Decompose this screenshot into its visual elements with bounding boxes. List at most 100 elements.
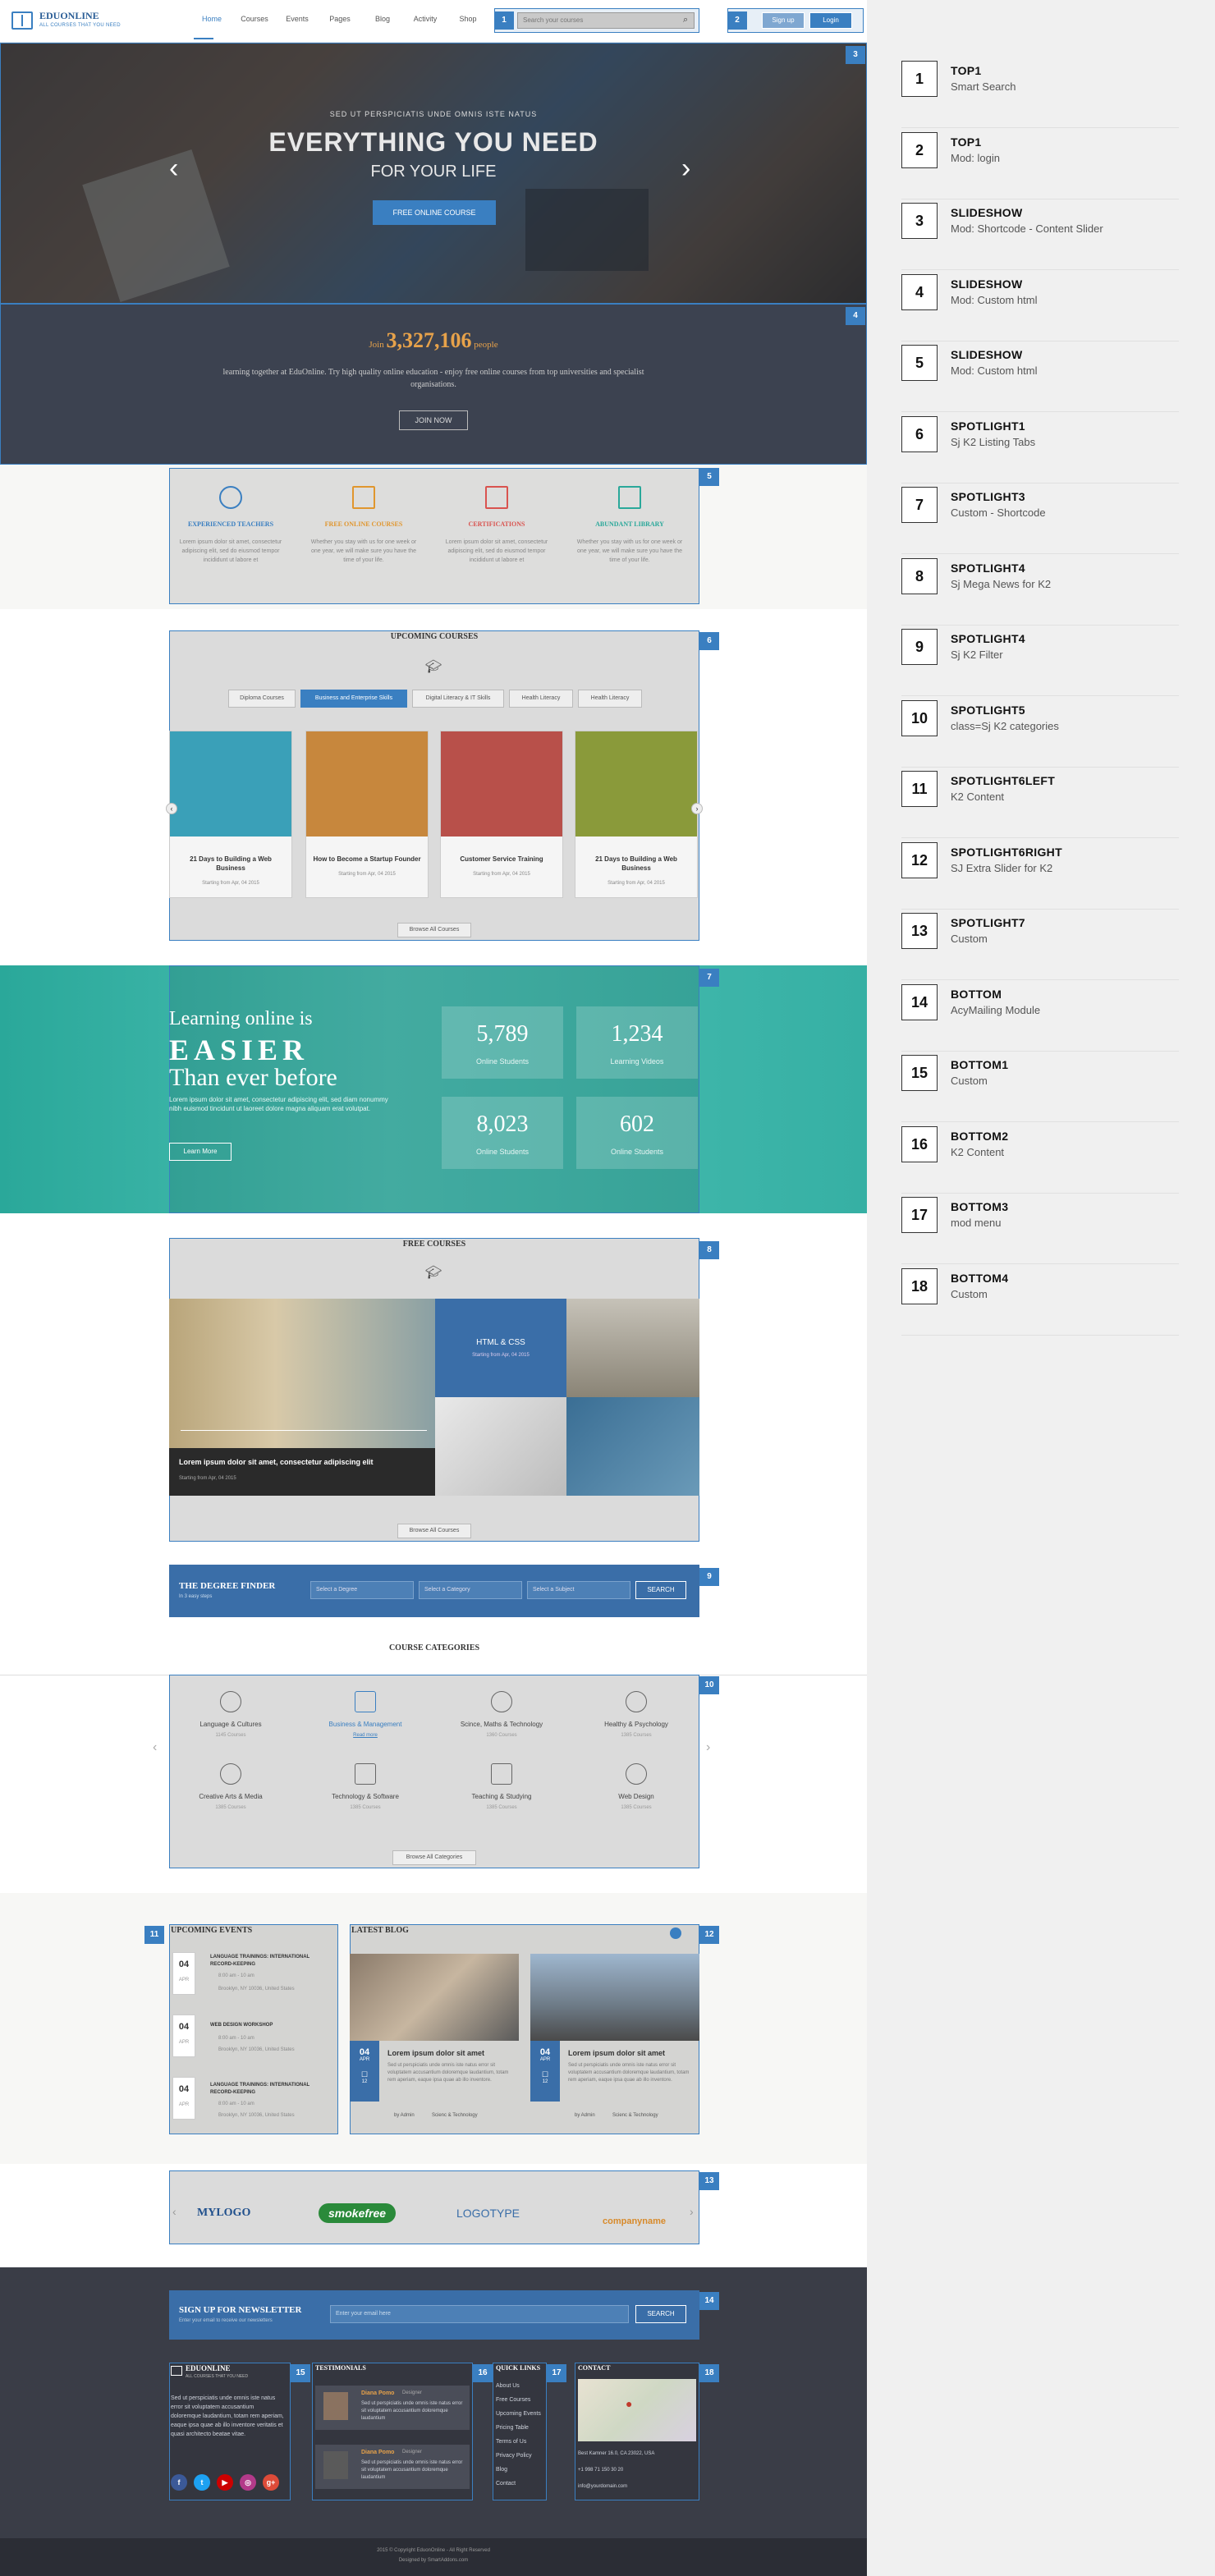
degree-search-button[interactable]: SEARCH	[635, 1581, 686, 1599]
course-card[interactable]: 21 Days to Building a Web Business Start…	[169, 731, 292, 898]
logos-next-icon[interactable]: ›	[690, 2205, 694, 2218]
categories-next-icon[interactable]: ›	[706, 1740, 710, 1755]
blog-post-title[interactable]: Lorem ipsum dolor sit amet	[568, 2049, 665, 2057]
partner-logo[interactable]: LOGOTYPE	[456, 2207, 520, 2220]
footer-link[interactable]: Upcoming Events	[496, 2407, 541, 2421]
course-title[interactable]: How to Become a Startup Founder	[306, 855, 428, 864]
partner-logo[interactable]: companyname	[603, 2216, 666, 2226]
logo-book-icon[interactable]	[11, 11, 33, 30]
newsletter-button[interactable]: SEARCH	[635, 2305, 686, 2323]
newsletter-email-input[interactable]: Enter your email here	[330, 2305, 629, 2323]
signup-button[interactable]: Sign up	[762, 12, 805, 29]
nav-home[interactable]: Home	[190, 15, 233, 23]
course-card[interactable]: Customer Service Training Starting from …	[440, 731, 563, 898]
video-controls[interactable]	[181, 1430, 427, 1435]
category-name[interactable]: Creative Arts & Media	[169, 1793, 292, 1800]
tab-diploma[interactable]: Diploma Courses	[228, 690, 296, 708]
footer-link[interactable]: About Us	[496, 2379, 541, 2393]
course-title[interactable]: 21 Days to Building a Web Business	[575, 855, 697, 873]
search-icon[interactable]: ⌕	[683, 15, 688, 25]
nav-courses[interactable]: Courses	[233, 15, 276, 23]
audit-course-image[interactable]	[435, 1397, 566, 1496]
category-item[interactable]: Business & Management Read more	[304, 1680, 427, 1750]
justice-course-image[interactable]	[566, 1299, 699, 1397]
search-input[interactable]: Search your courses	[517, 12, 695, 29]
feature-desc: Lorem ipsum dolor sit amet, consectetur …	[179, 539, 282, 563]
category-item[interactable]: Scince, Maths & Technology 1360 Courses	[440, 1680, 563, 1750]
twitter-icon[interactable]: t	[194, 2474, 210, 2491]
blog-post-title[interactable]: Lorem ipsum dolor sit amet	[387, 2049, 484, 2057]
tab-health-literacy[interactable]: Health Literacy	[509, 690, 573, 708]
degree-select[interactable]: Select a Degree	[310, 1581, 414, 1599]
facebook-icon[interactable]: f	[171, 2474, 187, 2491]
course-card[interactable]: 21 Days to Building a Web Business Start…	[575, 731, 698, 898]
nav-pages[interactable]: Pages	[319, 15, 361, 23]
partner-logo[interactable]: smokefree	[319, 2203, 397, 2223]
course-card[interactable]: How to Become a Startup Founder Starting…	[305, 731, 429, 898]
video-thumbnail[interactable]	[169, 1299, 435, 1448]
logos-prev-icon[interactable]: ‹	[172, 2205, 177, 2218]
footer-link[interactable]: Pricing Table	[496, 2421, 541, 2435]
carousel-next-icon[interactable]: ›	[691, 803, 703, 814]
category-item[interactable]: Creative Arts & Media 1385 Courses	[169, 1752, 292, 1822]
subject-select[interactable]: Select a Subject	[527, 1581, 630, 1599]
category-name[interactable]: Business & Management	[304, 1721, 427, 1728]
category-read-more[interactable]: Read more	[304, 1733, 427, 1738]
blog-category: Scienc & Technology	[612, 2113, 658, 2118]
teal-line-3: Than ever before	[169, 1064, 337, 1091]
footer-link[interactable]: Free Courses	[496, 2393, 541, 2407]
partner-logo[interactable]: MYLOGO	[197, 2207, 250, 2220]
category-name[interactable]: Technology & Software	[304, 1793, 427, 1800]
footer-link[interactable]: Contact	[496, 2477, 541, 2491]
contact-email[interactable]: info@yourdomain.com	[578, 2482, 627, 2491]
course-title[interactable]: Customer Service Training	[441, 855, 562, 864]
categories-prev-icon[interactable]: ‹	[153, 1740, 157, 1755]
contact-map[interactable]	[578, 2379, 696, 2441]
footer-logo-name[interactable]: EDUONLINE	[186, 2364, 231, 2372]
category-select[interactable]: Select a Category	[419, 1581, 522, 1599]
nav-shop[interactable]: Shop	[447, 15, 489, 23]
event-title[interactable]: LANGUAGE TRAININGS: INTERNATIONAL RECORD…	[210, 2082, 333, 2097]
blog-image[interactable]	[530, 1954, 699, 2041]
category-name[interactable]: Language & Cultures	[169, 1721, 292, 1728]
medical-course-image[interactable]	[566, 1397, 699, 1496]
category-item[interactable]: Teaching & Studying 1385 Courses	[440, 1752, 563, 1822]
html-course-title[interactable]: HTML & CSS	[435, 1338, 566, 1347]
category-name[interactable]: Teaching & Studying	[440, 1793, 563, 1800]
event-title[interactable]: LANGUAGE TRAININGS: INTERNATIONAL RECORD…	[210, 1954, 333, 1969]
logo-name[interactable]: EDUONLINE	[39, 10, 99, 22]
html-course-tile[interactable]	[435, 1299, 566, 1397]
nav-activity[interactable]: Activity	[404, 15, 447, 23]
blog-image[interactable]	[350, 1954, 519, 2041]
instagram-icon[interactable]: ◎	[240, 2474, 256, 2491]
category-item[interactable]: Web Design 1385 Courses	[575, 1752, 698, 1822]
tab-digital-literacy[interactable]: Digital Literacy & IT Skills	[412, 690, 504, 708]
footer-link[interactable]: Blog	[496, 2463, 541, 2477]
footer-link[interactable]: Privacy Policy	[496, 2449, 541, 2463]
event-title[interactable]: WEB DESIGN WORKSHOP	[210, 2023, 333, 2028]
nav-blog[interactable]: Blog	[361, 15, 404, 23]
login-button[interactable]: Login	[809, 12, 852, 29]
learn-more-button[interactable]: Learn More	[169, 1143, 232, 1161]
video-title[interactable]: Lorem ipsum dolor sit amet, consectetur …	[179, 1458, 425, 1466]
tab-health-literacy-2[interactable]: Health Literacy	[578, 690, 642, 708]
category-name[interactable]: Scince, Maths & Technology	[440, 1721, 563, 1728]
nav-events[interactable]: Events	[276, 15, 319, 23]
category-item[interactable]: Technology & Software 1385 Courses	[304, 1752, 427, 1822]
feature-desc: Whether you stay with us for one week or…	[576, 539, 683, 563]
googleplus-icon[interactable]: g+	[263, 2474, 279, 2491]
carousel-prev-icon[interactable]: ‹	[166, 803, 177, 814]
course-title[interactable]: 21 Days to Building a Web Business	[170, 855, 291, 873]
category-name[interactable]: Web Design	[575, 1793, 698, 1800]
category-item[interactable]: Healthy & Psychology 1385 Courses	[575, 1680, 698, 1750]
browse-categories-button[interactable]: Browse All Categories	[392, 1850, 476, 1865]
footer-link[interactable]: Terms of Us	[496, 2435, 541, 2449]
blog-nav-icon[interactable]	[670, 1927, 681, 1939]
footer-logo-icon[interactable]	[171, 2366, 182, 2376]
browse-courses-button[interactable]: Browse All Courses	[397, 923, 471, 937]
tab-business[interactable]: Business and Enterprise Skills	[300, 690, 407, 708]
browse-free-courses-button[interactable]: Browse All Courses	[397, 1524, 471, 1538]
category-item[interactable]: Language & Cultures 1145 Courses	[169, 1680, 292, 1750]
youtube-icon[interactable]: ▶	[217, 2474, 233, 2491]
category-name[interactable]: Healthy & Psychology	[575, 1721, 698, 1728]
